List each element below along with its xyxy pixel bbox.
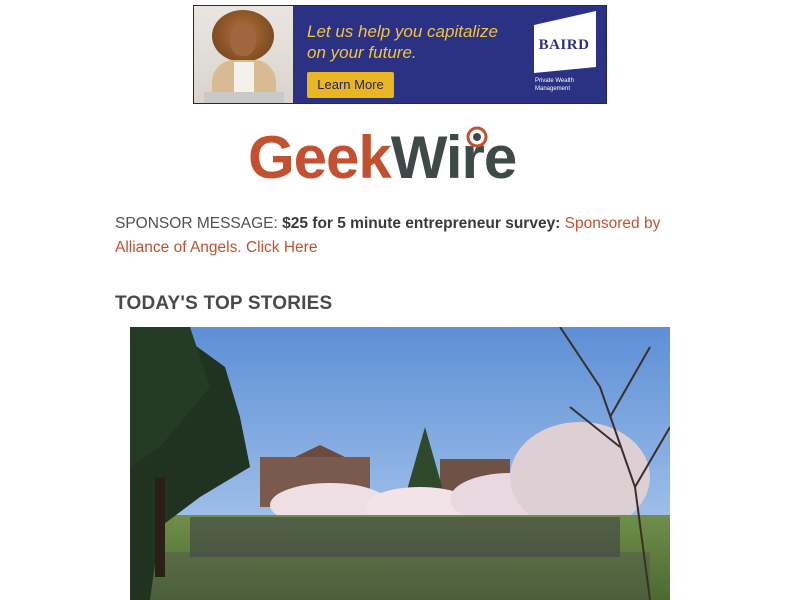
campus-photo-icon — [130, 327, 670, 600]
top-story-image[interactable] — [130, 327, 670, 600]
ad-woman-photo — [194, 6, 293, 103]
top-stories-heading: TODAY'S TOP STORIES — [115, 293, 333, 314]
ad-headline: Let us help you capitalize on your futur… — [307, 22, 498, 62]
geekwire-logo[interactable]: GeekWire — [248, 122, 554, 194]
ad-banner[interactable]: Let us help you capitalize on your futur… — [193, 5, 607, 104]
sponsor-offer: $25 for 5 minute entrepreneur survey: — [282, 215, 561, 232]
logo-wire-text: Wire — [390, 124, 517, 191]
logo-geek-text: Geek — [248, 124, 392, 191]
baird-logo: BAIRD Private Wealth Management — [534, 11, 602, 99]
baird-subtitle: Private Wealth Management — [535, 78, 574, 92]
learn-more-button[interactable]: Learn More — [307, 72, 394, 98]
baird-wordmark: BAIRD — [538, 37, 590, 53]
sponsor-lead: SPONSOR MESSAGE: — [115, 215, 278, 232]
sponsor-message: SPONSOR MESSAGE: $25 for 5 minute entrep… — [115, 212, 685, 260]
wireless-dot-icon — [466, 126, 488, 148]
